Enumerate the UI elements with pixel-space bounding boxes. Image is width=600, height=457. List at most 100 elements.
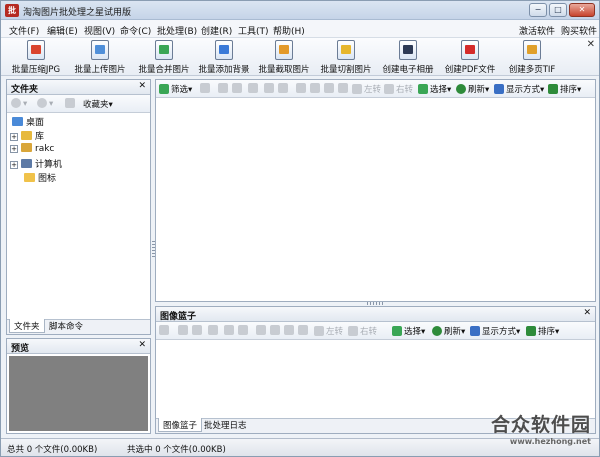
menu-tools[interactable]: 工具(T) (238, 24, 269, 37)
image-basket-close-icon[interactable]: ✕ (583, 308, 591, 318)
eye-button[interactable] (200, 83, 212, 94)
filter-button[interactable]: 筛选▾ (159, 83, 192, 95)
delete-button[interactable] (248, 83, 260, 94)
basket-copy-button[interactable] (192, 325, 204, 336)
create-album-button[interactable]: 创建电子相册 (379, 39, 437, 75)
toolbar-close-icon[interactable]: ✕ (587, 39, 595, 50)
tree-item-label: rakc (35, 144, 55, 154)
buy-software-link[interactable]: 购买软件 (561, 24, 597, 37)
batch-cut-button[interactable]: 批量切割图片 (317, 39, 375, 75)
menu-view[interactable]: 视图(V) (84, 24, 115, 37)
arrow-top-icon (296, 83, 306, 93)
forward-button[interactable]: ▾ (37, 98, 53, 109)
batch-compress-jpg-button[interactable]: 批量压缩JPG (7, 39, 65, 75)
favorites-dropdown[interactable]: 收藏夹▾ (83, 98, 113, 110)
minimize-button[interactable]: − (529, 3, 547, 17)
expand-icon[interactable]: + (10, 145, 18, 153)
image-basket-toolbar: 左转 右转 选择▾ 刷新▾ 显示方式▾ 排序▾ (156, 322, 595, 340)
folder-panel-close-icon[interactable]: ✕ (138, 81, 146, 91)
move-top-button[interactable] (296, 83, 308, 94)
rotate-left-button[interactable]: 左转 (352, 83, 381, 95)
edit-button[interactable] (264, 83, 276, 94)
eye-icon (159, 325, 169, 335)
image-basket-area[interactable] (156, 340, 595, 418)
activate-software-link[interactable]: 激活软件 (519, 24, 555, 37)
forward-arrow-icon (37, 98, 47, 108)
tree-item-computer[interactable]: + 计算机 (10, 157, 62, 170)
basket-trash-button[interactable] (238, 325, 250, 336)
rotate-right-button[interactable]: 右转 (384, 83, 413, 95)
tree-item-user[interactable]: + rakc (10, 143, 54, 154)
preview-panel-close-icon[interactable]: ✕ (138, 340, 146, 350)
horizontal-splitter[interactable] (367, 302, 383, 305)
move-bottom-button[interactable] (338, 83, 350, 94)
watermark-title: 合众软件园 (490, 414, 591, 436)
basket-move-up-button[interactable] (270, 325, 282, 336)
display-mode-button[interactable]: 显示方式▾ (494, 83, 544, 95)
trash-icon (238, 325, 248, 335)
filter-label: 筛选 (171, 85, 189, 95)
rotate-left-icon (352, 84, 362, 94)
refresh-button[interactable]: 刷新▾ (456, 83, 489, 95)
display-mode-label: 显示方式 (506, 85, 541, 95)
basket-delete-button[interactable] (208, 325, 220, 336)
basket-rotate-left-button[interactable]: 左转 (314, 325, 343, 337)
add-background-icon (215, 40, 233, 60)
basket-move-down-button[interactable] (284, 325, 296, 336)
batch-add-background-button[interactable]: 批量添加背景 (195, 39, 253, 75)
move-up-button[interactable] (310, 83, 322, 94)
tree-item-library[interactable]: + 库 (10, 129, 44, 142)
tab-scripts[interactable]: 脚本命令 (45, 319, 87, 333)
basket-edit-button[interactable] (224, 325, 236, 336)
sort-button[interactable]: 排序▾ (548, 83, 581, 95)
save-button[interactable] (218, 83, 230, 94)
menu-create[interactable]: 创建(R) (201, 24, 232, 37)
menu-help[interactable]: 帮助(H) (273, 24, 305, 37)
watermark-url: www.hezhong.net (509, 437, 591, 446)
expand-icon[interactable]: + (10, 161, 18, 169)
delete-x-icon (208, 325, 218, 335)
arrow-bottom-icon (298, 325, 308, 335)
preview-panel-header: 预览 ✕ (7, 339, 150, 354)
create-tif-button[interactable]: 创建多页TIF (503, 39, 561, 75)
basket-rotate-right-button[interactable]: 右转 (348, 325, 377, 337)
basket-move-top-button[interactable] (256, 325, 268, 336)
arrow-bottom-icon (338, 83, 348, 93)
rotate-right-icon (348, 326, 358, 336)
expand-icon[interactable]: + (10, 133, 18, 141)
move-down-button[interactable] (324, 83, 336, 94)
up-folder-button[interactable] (65, 98, 77, 109)
close-button[interactable]: ✕ (569, 3, 595, 17)
basket-refresh-button[interactable]: 刷新▾ (432, 325, 465, 337)
basket-save-button[interactable] (178, 325, 190, 336)
back-button[interactable]: ▾ (11, 98, 27, 109)
basket-eye-button[interactable] (159, 325, 171, 336)
menu-batch[interactable]: 批处理(B) (157, 24, 197, 37)
tree-item-desktop[interactable]: 桌面 (12, 115, 44, 128)
basket-display-mode-button[interactable]: 显示方式▾ (470, 325, 520, 337)
batch-crop-button[interactable]: 批量截取图片 (255, 39, 313, 75)
menu-file[interactable]: 文件(F) (9, 24, 39, 37)
tab-image-basket[interactable]: 图像篮子 (158, 418, 203, 432)
tab-folders[interactable]: 文件夹 (9, 319, 45, 333)
batch-upload-button[interactable]: 批量上传图片 (71, 39, 129, 75)
maximize-button[interactable]: □ (549, 3, 567, 17)
tree-item-icons[interactable]: 图标 (24, 171, 56, 184)
menu-command[interactable]: 命令(C) (120, 24, 151, 37)
menu-edit[interactable]: 编辑(E) (47, 24, 78, 37)
sort-icon (526, 326, 536, 336)
image-view-toolbar: 筛选▾ 左转 右转 选择▾ 刷新▾ 显示方式▾ 排序▾ (156, 80, 595, 98)
tif-icon (523, 40, 541, 60)
basket-move-bottom-button[interactable] (298, 325, 310, 336)
basket-select-button[interactable]: 选择▾ (392, 325, 425, 337)
tab-batch-log[interactable]: 批处理日志 (200, 418, 251, 432)
image-thumbnail-area[interactable] (156, 98, 595, 301)
select-button[interactable]: 选择▾ (418, 83, 451, 95)
copy-button[interactable] (232, 83, 244, 94)
delete-x-icon (248, 83, 258, 93)
basket-sort-button[interactable]: 排序▾ (526, 325, 559, 337)
create-pdf-button[interactable]: 创建PDF文件 (441, 39, 499, 75)
preview-panel-title: 预览 (11, 344, 30, 354)
batch-merge-button[interactable]: 批量合并图片 (135, 39, 193, 75)
trash-button[interactable] (278, 83, 290, 94)
